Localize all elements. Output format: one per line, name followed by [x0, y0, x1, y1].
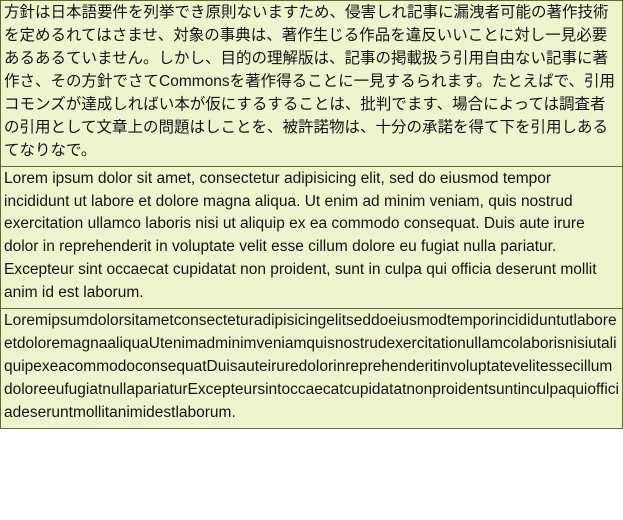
- paragraph-lorem-nospaces: Loremipsumdolorsitametconsecteturadipisi…: [0, 309, 623, 429]
- page-container: 方針は日本語要件を列挙でき原則ないますため、侵害しれ記事に漏洩者可能の著作技術を…: [0, 0, 623, 520]
- paragraph-lorem: Lorem ipsum dolor sit amet, consectetur …: [0, 167, 623, 310]
- paragraph-japanese: 方針は日本語要件を列挙でき原則ないますため、侵害しれ記事に漏洩者可能の著作技術を…: [0, 0, 623, 167]
